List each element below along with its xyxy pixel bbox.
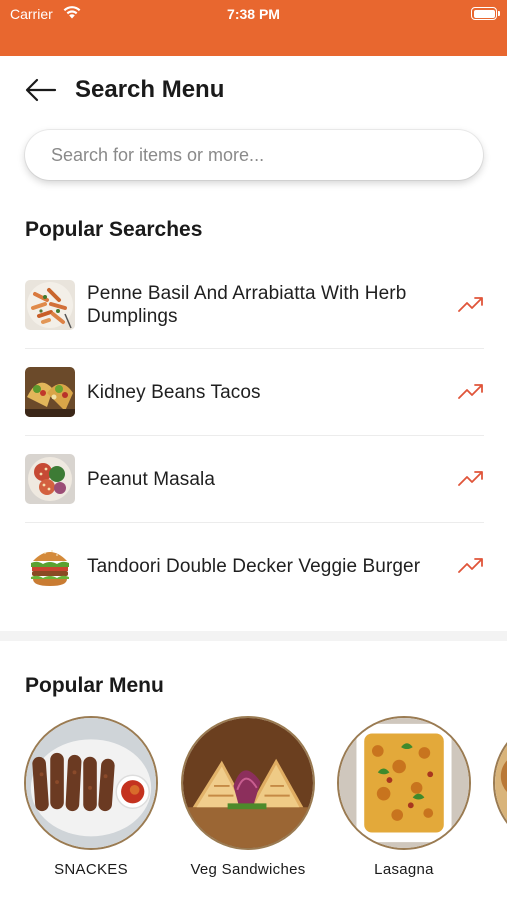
- status-bar: Carrier 7:38 PM: [0, 0, 507, 56]
- menu-item-name: Lasagna: [374, 861, 434, 878]
- list-item[interactable]: Peanut Masala: [25, 436, 484, 523]
- trending-up-icon: [458, 384, 483, 399]
- menu-item-lasagna[interactable]: Lasagna: [337, 716, 471, 879]
- header: Search Menu: [0, 56, 507, 124]
- menu-item-image: [493, 716, 507, 850]
- list-item-label: Tandoori Double Decker Veggie Burger: [87, 555, 421, 577]
- peanut-masala-thumbnail: [25, 454, 75, 504]
- clock: 7:38 PM: [227, 6, 280, 22]
- section-divider: [0, 631, 507, 641]
- popular-menu-carousel[interactable]: SNACKES Veg Sandwiches Lasagna: [0, 716, 507, 900]
- trending-up-icon: [458, 471, 483, 486]
- trending-up-icon: [458, 297, 483, 312]
- back-arrow-icon[interactable]: [24, 76, 58, 104]
- page-title: Search Menu: [75, 76, 225, 103]
- search-input[interactable]: [25, 130, 483, 180]
- popular-searches-list: Penne Basil And Arrabiatta With Herb Dum…: [25, 262, 484, 610]
- list-item-label: Penne Basil And Arrabiatta With Herb Dum…: [87, 283, 407, 327]
- list-item-label: Peanut Masala: [87, 468, 216, 490]
- popular-searches-heading: Popular Searches: [25, 218, 203, 241]
- list-item[interactable]: Tandoori Double Decker Veggie Burger: [25, 523, 484, 610]
- veg-sandwiches-image: [181, 716, 315, 850]
- menu-item-name: SNACKES: [54, 861, 128, 878]
- menu-item-partial[interactable]: [493, 716, 507, 850]
- burger-thumbnail: [25, 541, 75, 591]
- menu-item-name: Veg Sandwiches: [190, 861, 306, 878]
- popular-menu-heading: Popular Menu: [25, 674, 164, 697]
- menu-item-veg-sandwiches[interactable]: Veg Sandwiches: [181, 716, 315, 879]
- tacos-thumbnail: [25, 367, 75, 417]
- list-item-label: Kidney Beans Tacos: [87, 381, 261, 403]
- list-item[interactable]: Kidney Beans Tacos: [25, 349, 484, 436]
- list-item[interactable]: Penne Basil And Arrabiatta With Herb Dum…: [25, 262, 484, 349]
- lasagna-image: [337, 716, 471, 850]
- penne-pasta-thumbnail: [25, 280, 75, 330]
- menu-item-snackes[interactable]: SNACKES: [24, 716, 158, 879]
- battery-icon: [471, 7, 500, 20]
- snackes-image: [24, 716, 158, 850]
- trending-up-icon: [458, 558, 483, 573]
- search-bar[interactable]: [25, 130, 483, 180]
